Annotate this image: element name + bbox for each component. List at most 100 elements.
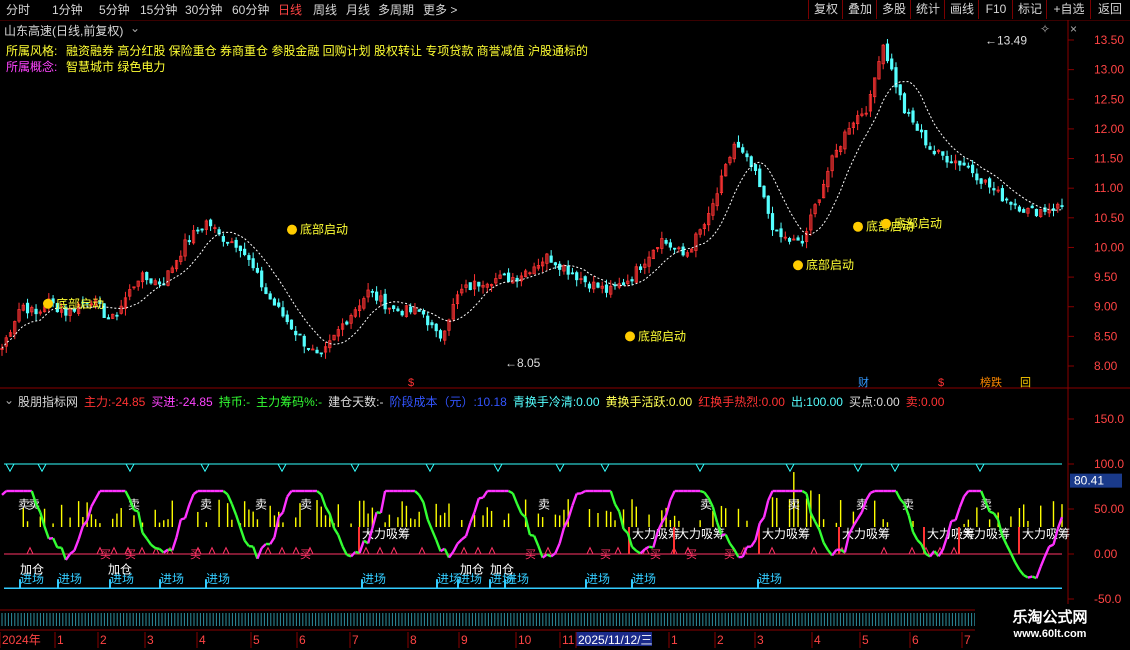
- button-overlay[interactable]: 叠加: [842, 0, 877, 19]
- oscillator-segment: [856, 511, 863, 520]
- candle-body: [932, 150, 936, 155]
- candle-body: [506, 272, 511, 282]
- oscillator-segment: [456, 538, 463, 545]
- button-f10[interactable]: F10: [978, 0, 1013, 19]
- candle-body: [1034, 208, 1039, 217]
- period-tab-60min[interactable]: 60分钟: [232, 0, 269, 20]
- close-icon[interactable]: ×: [1070, 22, 1077, 36]
- candle-body: [438, 330, 443, 339]
- candle-body: [434, 323, 438, 332]
- button-statistics[interactable]: 统计: [910, 0, 945, 19]
- price-tick-label: 13.00: [1094, 63, 1124, 77]
- period-tab-daily[interactable]: 日线: [278, 0, 302, 20]
- candle-body: [400, 310, 404, 316]
- timeline-label: 2025/11/12/三: [578, 633, 653, 647]
- indicator-expand-icon[interactable]: ⌄: [4, 393, 14, 407]
- candle-body: [1060, 205, 1064, 207]
- oscillator-segment: [911, 531, 919, 541]
- oscillator-segment: [762, 499, 770, 518]
- candle-body: [741, 147, 745, 153]
- concept-label: 所属概念:: [6, 60, 58, 74]
- oscillator-segment: [145, 537, 152, 546]
- oscillator-segment: [222, 490, 229, 496]
- candle-body: [907, 112, 911, 114]
- candle-body: [613, 284, 617, 287]
- oscillator-segment: [94, 490, 101, 500]
- v-mark: [5, 463, 15, 473]
- concept-value: 智慧城市 绿色电力: [66, 60, 166, 74]
- period-tab-multi[interactable]: 多周期: [378, 0, 414, 20]
- period-tab-30min[interactable]: 30分钟: [185, 0, 222, 20]
- button-multi-stock[interactable]: 多股: [876, 0, 911, 19]
- oscillator-segment: [133, 508, 139, 513]
- oscillator-segment: [358, 540, 365, 554]
- period-tab-15min[interactable]: 15分钟: [140, 0, 177, 20]
- button-mark[interactable]: 标记: [1012, 0, 1047, 19]
- oscillator-segment: [1035, 566, 1042, 579]
- candle-body: [885, 43, 890, 62]
- oscillator-segment: [183, 504, 191, 519]
- period-tab-more[interactable]: 更多 >: [423, 0, 457, 20]
- period-tab-1min[interactable]: 1分钟: [52, 0, 83, 20]
- add-position-label: 加仓: [108, 562, 132, 576]
- oscillator-segment: [418, 494, 425, 503]
- indicator-item: 青换手冷清:0.00: [512, 395, 600, 409]
- timeline-label: 4: [814, 633, 821, 647]
- oscillator-segment: [337, 534, 344, 547]
- button-restore-rights[interactable]: 复权: [808, 0, 843, 19]
- candle-body: [902, 93, 907, 114]
- oscillator-segment: [180, 517, 186, 521]
- oscillator-segment: [554, 542, 561, 554]
- oscillator-segment: [699, 489, 705, 494]
- candle-body: [992, 188, 996, 191]
- candle-body: [753, 164, 758, 171]
- button-back[interactable]: 返回: [1090, 0, 1129, 19]
- price-chart[interactable]: 13.5013.0012.5012.0011.5011.0010.5010.00…: [0, 20, 1130, 650]
- indicator-item: 主力:-24.85: [84, 395, 146, 409]
- candle-body: [630, 279, 634, 282]
- candle-body: [924, 130, 928, 146]
- period-tab-weekly[interactable]: 周线: [313, 0, 337, 20]
- buy-triangle: [222, 546, 230, 555]
- price-tick-label: 12.50: [1094, 92, 1124, 106]
- candle-body: [596, 282, 600, 288]
- candle-body: [145, 272, 149, 281]
- candle-body: [915, 123, 919, 131]
- oscillator-segment: [316, 490, 323, 496]
- buy-label: 买: [300, 548, 311, 561]
- candle-body: [383, 293, 387, 310]
- sell-label: 卖: [538, 498, 550, 512]
- high-price-label: ←13.49: [985, 34, 1027, 48]
- candle-body: [1022, 209, 1026, 213]
- candle-body: [234, 239, 238, 248]
- candle-body: [294, 330, 298, 336]
- chevron-down-icon[interactable]: ⌄: [130, 21, 140, 35]
- period-tab-5min[interactable]: 5分钟: [99, 0, 130, 20]
- timeline-label: 9: [461, 633, 468, 647]
- candle-body: [1017, 206, 1022, 212]
- candle-body: [200, 228, 204, 231]
- candle-body: [468, 282, 472, 291]
- buy-triangle: [880, 546, 888, 555]
- period-tab-monthly[interactable]: 月线: [346, 0, 370, 20]
- oscillator-segment: [461, 535, 467, 541]
- buy-label: 买: [650, 548, 661, 561]
- oscillator-segment: [482, 490, 489, 499]
- oscillator-segment: [631, 545, 638, 552]
- current-value-label: 80.41: [1074, 474, 1104, 488]
- period-tab-fenshi[interactable]: 分时: [6, 0, 30, 20]
- button-add-watchlist[interactable]: +自选: [1046, 0, 1091, 19]
- buy-triangle: [278, 546, 286, 555]
- candle-body: [243, 248, 247, 255]
- button-draw-line[interactable]: 画线: [944, 0, 979, 19]
- oscillator-segment: [669, 490, 676, 501]
- v-mark: [200, 463, 210, 473]
- oscillator-segment: [541, 553, 548, 559]
- candle-body: [1030, 205, 1034, 209]
- oscillator-segment: [414, 490, 421, 496]
- sell-label: 卖: [788, 498, 800, 512]
- event-marker: 回: [1020, 376, 1031, 389]
- oscillator-segment: [1043, 546, 1051, 557]
- v-mark: [600, 463, 610, 473]
- gear-icon[interactable]: ✧: [1040, 22, 1050, 36]
